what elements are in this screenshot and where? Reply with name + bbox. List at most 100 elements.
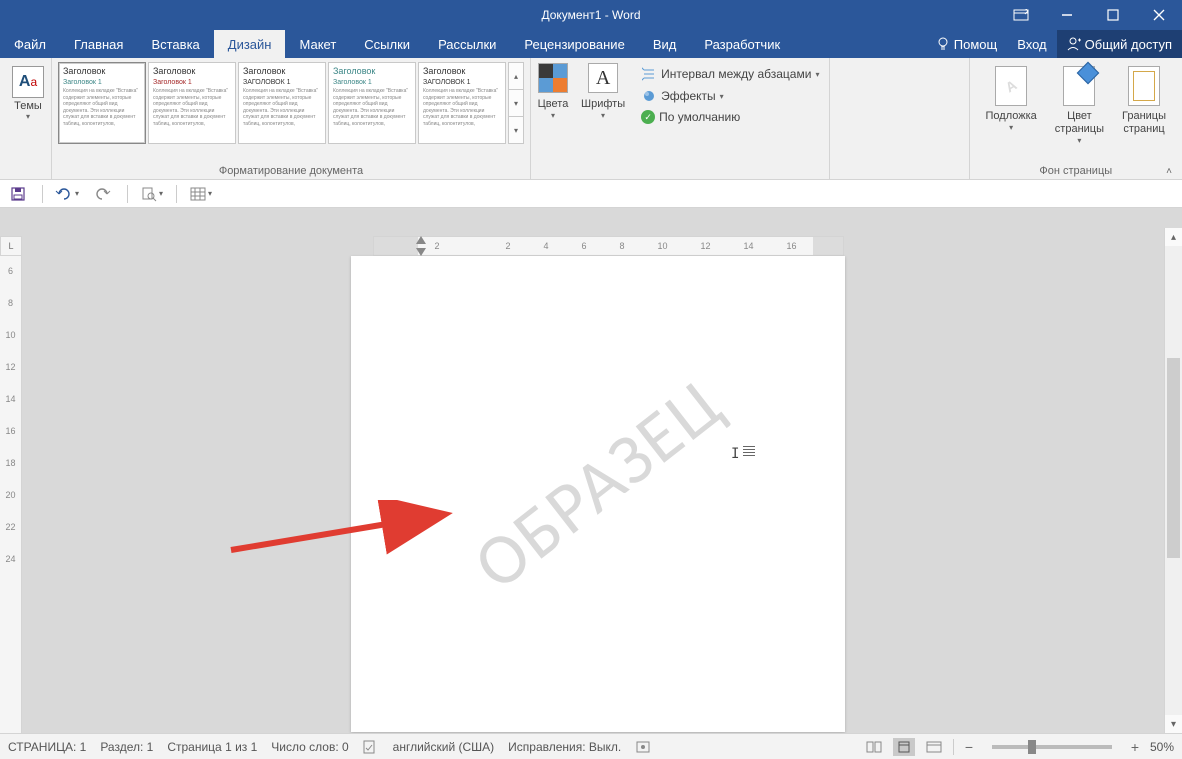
scroll-thumb[interactable] [1167, 358, 1180, 558]
lightbulb-icon [936, 37, 950, 51]
title-bar: Документ1 - Word [0, 0, 1182, 30]
gallery-down-button[interactable]: ▾ [509, 90, 523, 117]
fonts-label: Шрифты [581, 98, 625, 111]
ribbon-tabs: Файл Главная Вставка Дизайн Макет Ссылки… [0, 30, 1182, 58]
ribbon-options-button[interactable] [998, 0, 1044, 30]
style-preview-2[interactable]: Заголовок Заголовок 1 Коллекция на вклад… [148, 62, 236, 144]
page-color-label: Цвет страницы [1055, 110, 1104, 136]
status-page-of[interactable]: Страница 1 из 1 [167, 740, 257, 754]
effects-icon [641, 88, 657, 104]
status-proofing-icon[interactable] [363, 740, 379, 754]
tab-references[interactable]: Ссылки [350, 30, 424, 58]
maximize-button[interactable] [1090, 0, 1136, 30]
colors-button[interactable]: Цвета ▾ [531, 58, 575, 179]
quick-access-toolbar: ▾ ▾ ▾ [0, 180, 1182, 208]
dropdown-arrow-icon: ▾ [1009, 123, 1013, 132]
tell-me-label: Помощ [954, 37, 997, 52]
fonts-button[interactable]: A Шрифты ▾ [575, 58, 631, 179]
gallery-up-button[interactable]: ▴ [509, 63, 523, 90]
tab-file[interactable]: Файл [0, 30, 60, 58]
effects-label: Эффекты [661, 89, 716, 103]
window-controls [998, 0, 1182, 30]
tab-insert[interactable]: Вставка [137, 30, 213, 58]
paragraph-spacing-button[interactable]: Интервал между абзацами ▾ [641, 66, 819, 82]
tab-home[interactable]: Главная [60, 30, 137, 58]
colors-icon [538, 63, 568, 93]
style-preview-1[interactable]: Заголовок Заголовок 1 Коллекция на вклад… [58, 62, 146, 144]
zoom-slider[interactable] [992, 745, 1112, 749]
page-borders-label: Границы страниц [1122, 110, 1166, 136]
undo-button[interactable]: ▾ [55, 182, 79, 206]
check-icon: ✓ [641, 110, 655, 124]
cursor-paragraph-icon [743, 446, 755, 456]
minimize-button[interactable] [1044, 0, 1090, 30]
themes-button[interactable]: Aa Темы ▾ [6, 62, 50, 121]
tab-layout[interactable]: Макет [285, 30, 350, 58]
zoom-level[interactable]: 50% [1150, 740, 1174, 754]
redo-button[interactable] [91, 182, 115, 206]
page-background-group: Подложка ▾ Цвет страницы ▾ Границы стран… [969, 58, 1182, 179]
watermark-button[interactable]: Подложка ▾ [980, 62, 1043, 179]
themes-group: Aa Темы ▾ [0, 58, 52, 179]
status-track-changes[interactable]: Исправления: Выкл. [508, 740, 621, 754]
style-preview-4[interactable]: Заголовок Заголовок 1 Коллекция на вклад… [328, 62, 416, 144]
read-mode-button[interactable] [863, 738, 885, 756]
share-label: Общий доступ [1085, 37, 1172, 52]
ribbon: Aa Темы ▾ Заголовок Заголовок 1 Коллекци… [0, 58, 1182, 180]
effects-button[interactable]: Эффекты ▾ [641, 88, 819, 104]
tab-design[interactable]: Дизайн [214, 30, 286, 58]
page-borders-icon [1128, 66, 1160, 106]
page-borders-button[interactable]: Границы страниц [1116, 62, 1172, 179]
zoom-out-button[interactable]: − [962, 739, 976, 755]
status-words[interactable]: Число слов: 0 [271, 740, 348, 754]
gallery-more-button[interactable]: ▾ [509, 117, 523, 143]
document-page[interactable]: ОБРАЗЕЦ I [351, 256, 845, 732]
print-layout-button[interactable] [893, 738, 915, 756]
style-preview-5[interactable]: Заголовок ЗАГОЛОВОК 1 Коллекция на вклад… [418, 62, 506, 144]
status-language[interactable]: английский (США) [393, 740, 494, 754]
page-background-group-label: Фон страницы [970, 165, 1182, 177]
zoom-slider-thumb[interactable] [1028, 740, 1036, 754]
status-macro-icon[interactable] [635, 740, 651, 754]
close-button[interactable] [1136, 0, 1182, 30]
ruler-corner[interactable]: L [0, 236, 22, 256]
style-preview-3[interactable]: Заголовок ЗАГОЛОВОК 1 Коллекция на вклад… [238, 62, 326, 144]
page-color-icon [1063, 66, 1095, 106]
dropdown-arrow-icon: ▾ [601, 111, 605, 120]
gallery-nav: ▴ ▾ ▾ [508, 62, 524, 144]
web-layout-button[interactable] [923, 738, 945, 756]
zoom-in-button[interactable]: + [1128, 739, 1142, 755]
share-user-icon [1067, 37, 1081, 51]
status-page[interactable]: СТРАНИЦА: 1 [8, 740, 86, 754]
text-cursor-icon: I [731, 446, 739, 462]
watermark-label: Подложка [986, 110, 1037, 123]
set-default-button[interactable]: ✓ По умолчанию [641, 110, 819, 124]
share-button[interactable]: Общий доступ [1057, 30, 1182, 58]
options-column: Интервал между абзацами ▾ Эффекты ▾ ✓ По… [631, 58, 830, 179]
paragraph-spacing-icon [641, 66, 657, 82]
tab-view[interactable]: Вид [639, 30, 691, 58]
scroll-up-button[interactable]: ▴ [1165, 228, 1182, 246]
window-title: Документ1 - Word [541, 8, 640, 22]
save-button[interactable] [6, 182, 30, 206]
dropdown-arrow-icon: ▾ [26, 112, 30, 121]
collapse-ribbon-button[interactable]: ˄ [1160, 164, 1178, 178]
themes-label: Темы [14, 100, 42, 112]
table-button[interactable]: ▾ [189, 182, 213, 206]
tab-developer[interactable]: Разработчик [690, 30, 794, 58]
sign-in[interactable]: Вход [1007, 30, 1056, 58]
scroll-down-button[interactable]: ▾ [1165, 715, 1182, 733]
style-gallery: Заголовок Заголовок 1 Коллекция на вклад… [58, 62, 524, 144]
tab-review[interactable]: Рецензирование [510, 30, 638, 58]
format-group-label: Форматирование документа [52, 165, 530, 177]
page-color-button[interactable]: Цвет страницы ▾ [1049, 62, 1110, 179]
horizontal-ruler[interactable]: 2 2 4 6 8 10 12 14 16 [373, 236, 844, 256]
status-section[interactable]: Раздел: 1 [100, 740, 153, 754]
tab-mailings[interactable]: Рассылки [424, 30, 510, 58]
dropdown-arrow-icon: ▾ [551, 111, 555, 120]
watermark-icon [995, 66, 1027, 106]
vertical-scrollbar[interactable]: ▴ ▾ [1164, 228, 1182, 733]
tell-me[interactable]: Помощ [926, 30, 1007, 58]
vertical-ruler[interactable]: 6 8 10 12 14 16 18 20 22 24 [0, 256, 22, 733]
find-button[interactable]: ▾ [140, 182, 164, 206]
